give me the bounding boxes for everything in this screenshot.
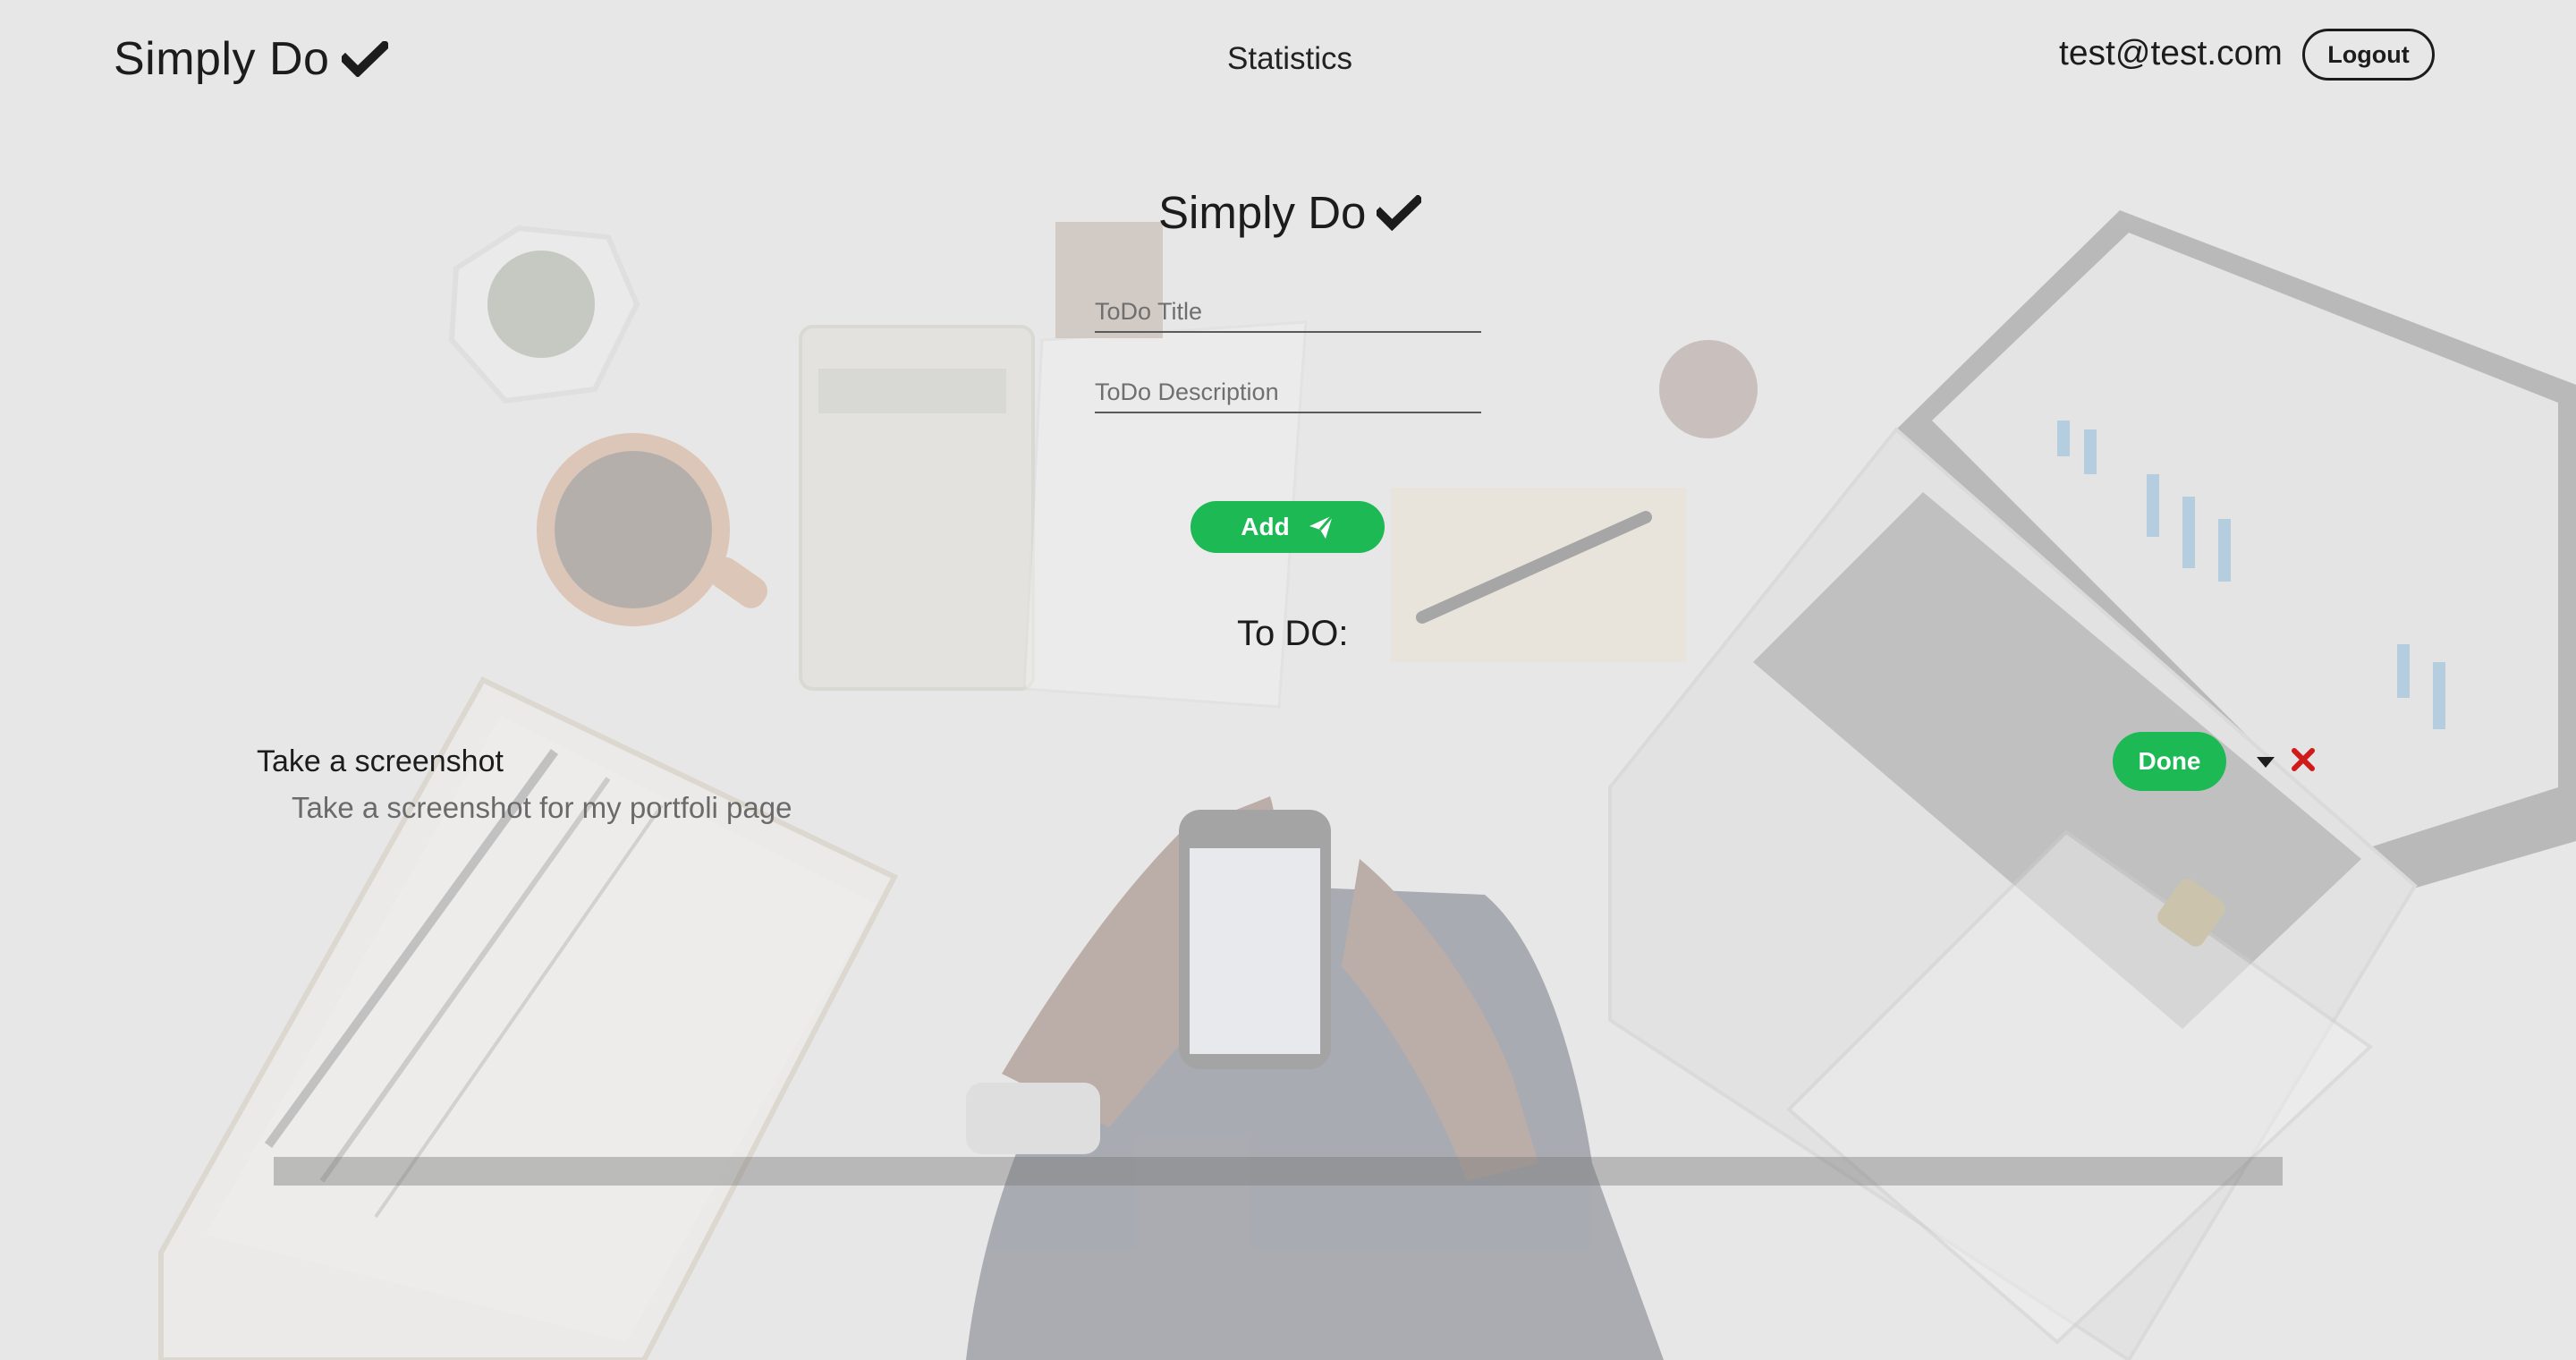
add-button[interactable]: Add: [1191, 501, 1385, 553]
nav-statistics-link[interactable]: Statistics: [1227, 41, 1352, 77]
paper-plane-icon: [1309, 514, 1334, 539]
brand-logo[interactable]: Simply Do: [114, 32, 389, 86]
form-title-text: Simply Do: [1158, 187, 1367, 238]
logout-button[interactable]: Logout: [2302, 29, 2435, 81]
todo-heading: To DO:: [1237, 614, 1349, 653]
brand-text: Simply Do: [114, 33, 330, 85]
check-icon: [1377, 194, 1422, 231]
todo-divider: [274, 1157, 2283, 1186]
add-label: Add: [1241, 513, 1290, 540]
todo-description-input[interactable]: [1095, 372, 1481, 413]
form-title: Simply Do: [1158, 186, 1422, 239]
chevron-down-icon[interactable]: [2255, 751, 2276, 772]
page: Simply Do Statistics test@test.com Logou…: [0, 0, 2576, 1360]
check-icon: [342, 41, 389, 77]
todo-title-input[interactable]: [1095, 292, 1481, 333]
close-icon[interactable]: [2290, 743, 2317, 777]
todo-item-description: Take a screenshot for my portfoli page: [292, 791, 792, 824]
done-button[interactable]: Done: [2113, 732, 2226, 791]
todo-item-title: Take a screenshot: [257, 744, 504, 778]
user-email: test@test.com: [2059, 34, 2283, 72]
